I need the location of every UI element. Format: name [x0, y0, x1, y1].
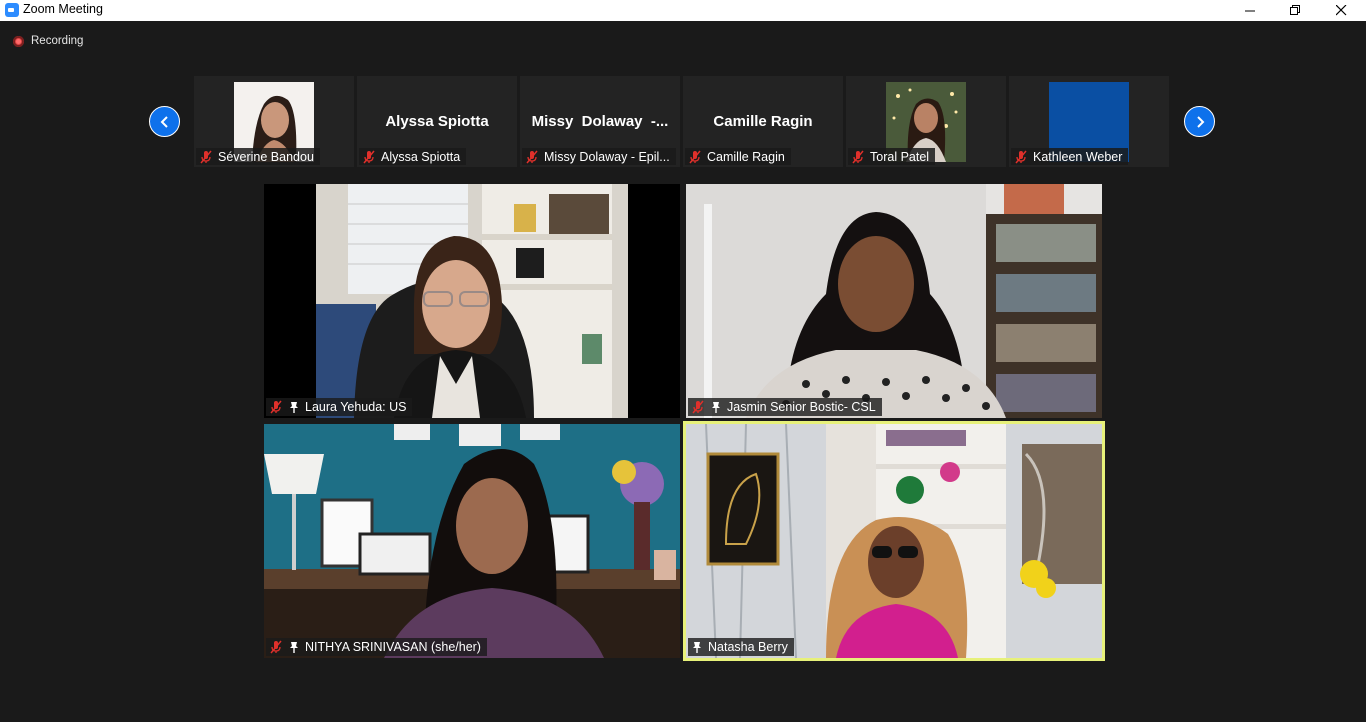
participant-video [264, 184, 680, 418]
participant-thumbnail[interactable]: Kathleen Weber [1009, 76, 1169, 167]
muted-mic-icon [526, 150, 538, 163]
participant-name-label: NITHYA SRINIVASAN (she/her) [266, 638, 487, 656]
participant-name: Natasha Berry [708, 640, 788, 654]
participant-name-label: Laura Yehuda: US [266, 398, 413, 416]
minimize-icon [1244, 10, 1255, 12]
participant-thumbnail[interactable]: Missy Dolaway -... Missy Dolaway - Epil.… [520, 76, 680, 167]
chevron-right-icon [1196, 115, 1204, 128]
recording-indicator[interactable]: Recording [13, 34, 83, 48]
recording-label: Recording [31, 35, 84, 47]
pin-icon [712, 401, 720, 413]
participant-display-name: Camille Ragin [713, 113, 813, 130]
muted-mic-icon [270, 640, 282, 654]
close-button[interactable] [1318, 0, 1364, 21]
muted-mic-icon [689, 150, 701, 163]
muted-mic-icon [200, 150, 212, 163]
participant-name-label: Camille Ragin [685, 148, 791, 165]
participant-name: Jasmin Senior Bostic- CSL [727, 400, 876, 414]
next-page-button[interactable] [1184, 106, 1215, 137]
participant-name-label: Missy Dolaway - Epil... [522, 148, 676, 165]
title-bar: Zoom Meeting [0, 0, 1366, 21]
participant-name: Alyssa Spiotta [381, 149, 461, 164]
participant-video [686, 184, 1102, 418]
participant-thumbnail[interactable]: Toral Patel [846, 76, 1006, 167]
pin-icon [290, 401, 298, 413]
window-title: Zoom Meeting [23, 2, 103, 16]
video-tile[interactable]: Jasmin Senior Bostic- CSL [686, 184, 1102, 418]
pin-icon [290, 641, 298, 653]
participant-name-label: Jasmin Senior Bostic- CSL [688, 398, 882, 416]
participant-name: Missy Dolaway - Epil... [544, 149, 670, 164]
participant-name-label: Kathleen Weber [1011, 148, 1129, 165]
participant-display-name: Alyssa Spiotta [385, 113, 489, 130]
restore-button[interactable] [1272, 0, 1318, 21]
chevron-left-icon [160, 115, 168, 128]
participant-video [264, 424, 680, 658]
participant-name: Laura Yehuda: US [305, 400, 407, 414]
participant-name: Séverine Bandou [218, 149, 314, 164]
participant-name: Camille Ragin [707, 149, 785, 164]
zoom-app-icon [5, 3, 19, 17]
participant-name-label: Toral Patel [848, 148, 936, 165]
recording-dot-icon [13, 35, 24, 47]
video-tile[interactable]: Laura Yehuda: US [264, 184, 680, 418]
participant-thumbnail[interactable]: Alyssa Spiotta Alyssa Spiotta [357, 76, 517, 167]
muted-mic-icon [1015, 150, 1027, 163]
pin-icon [693, 641, 701, 653]
participant-video [686, 424, 1102, 658]
participant-name-label: Natasha Berry [688, 638, 794, 656]
participant-name-label: Alyssa Spiotta [359, 148, 467, 165]
restore-icon [1289, 5, 1300, 15]
participant-thumbnail[interactable]: Camille Ragin Camille Ragin [683, 76, 843, 167]
muted-mic-icon [852, 150, 864, 163]
participant-display-name: Missy Dolaway -... [531, 113, 669, 130]
participant-thumbnail[interactable]: Séverine Bandou [194, 76, 354, 167]
participant-name-label: Séverine Bandou [196, 148, 320, 165]
video-tile-active-speaker[interactable]: Natasha Berry [683, 421, 1105, 661]
muted-mic-icon [363, 150, 375, 163]
participant-name: NITHYA SRINIVASAN (she/her) [305, 640, 481, 654]
muted-mic-icon [270, 400, 282, 414]
video-tile[interactable]: NITHYA SRINIVASAN (she/her) [264, 424, 680, 658]
previous-page-button[interactable] [149, 106, 180, 137]
close-icon [1335, 5, 1346, 16]
participant-name: Kathleen Weber [1033, 149, 1123, 164]
participant-name: Toral Patel [870, 149, 930, 164]
minimize-button[interactable] [1227, 0, 1273, 21]
muted-mic-icon [692, 400, 704, 414]
